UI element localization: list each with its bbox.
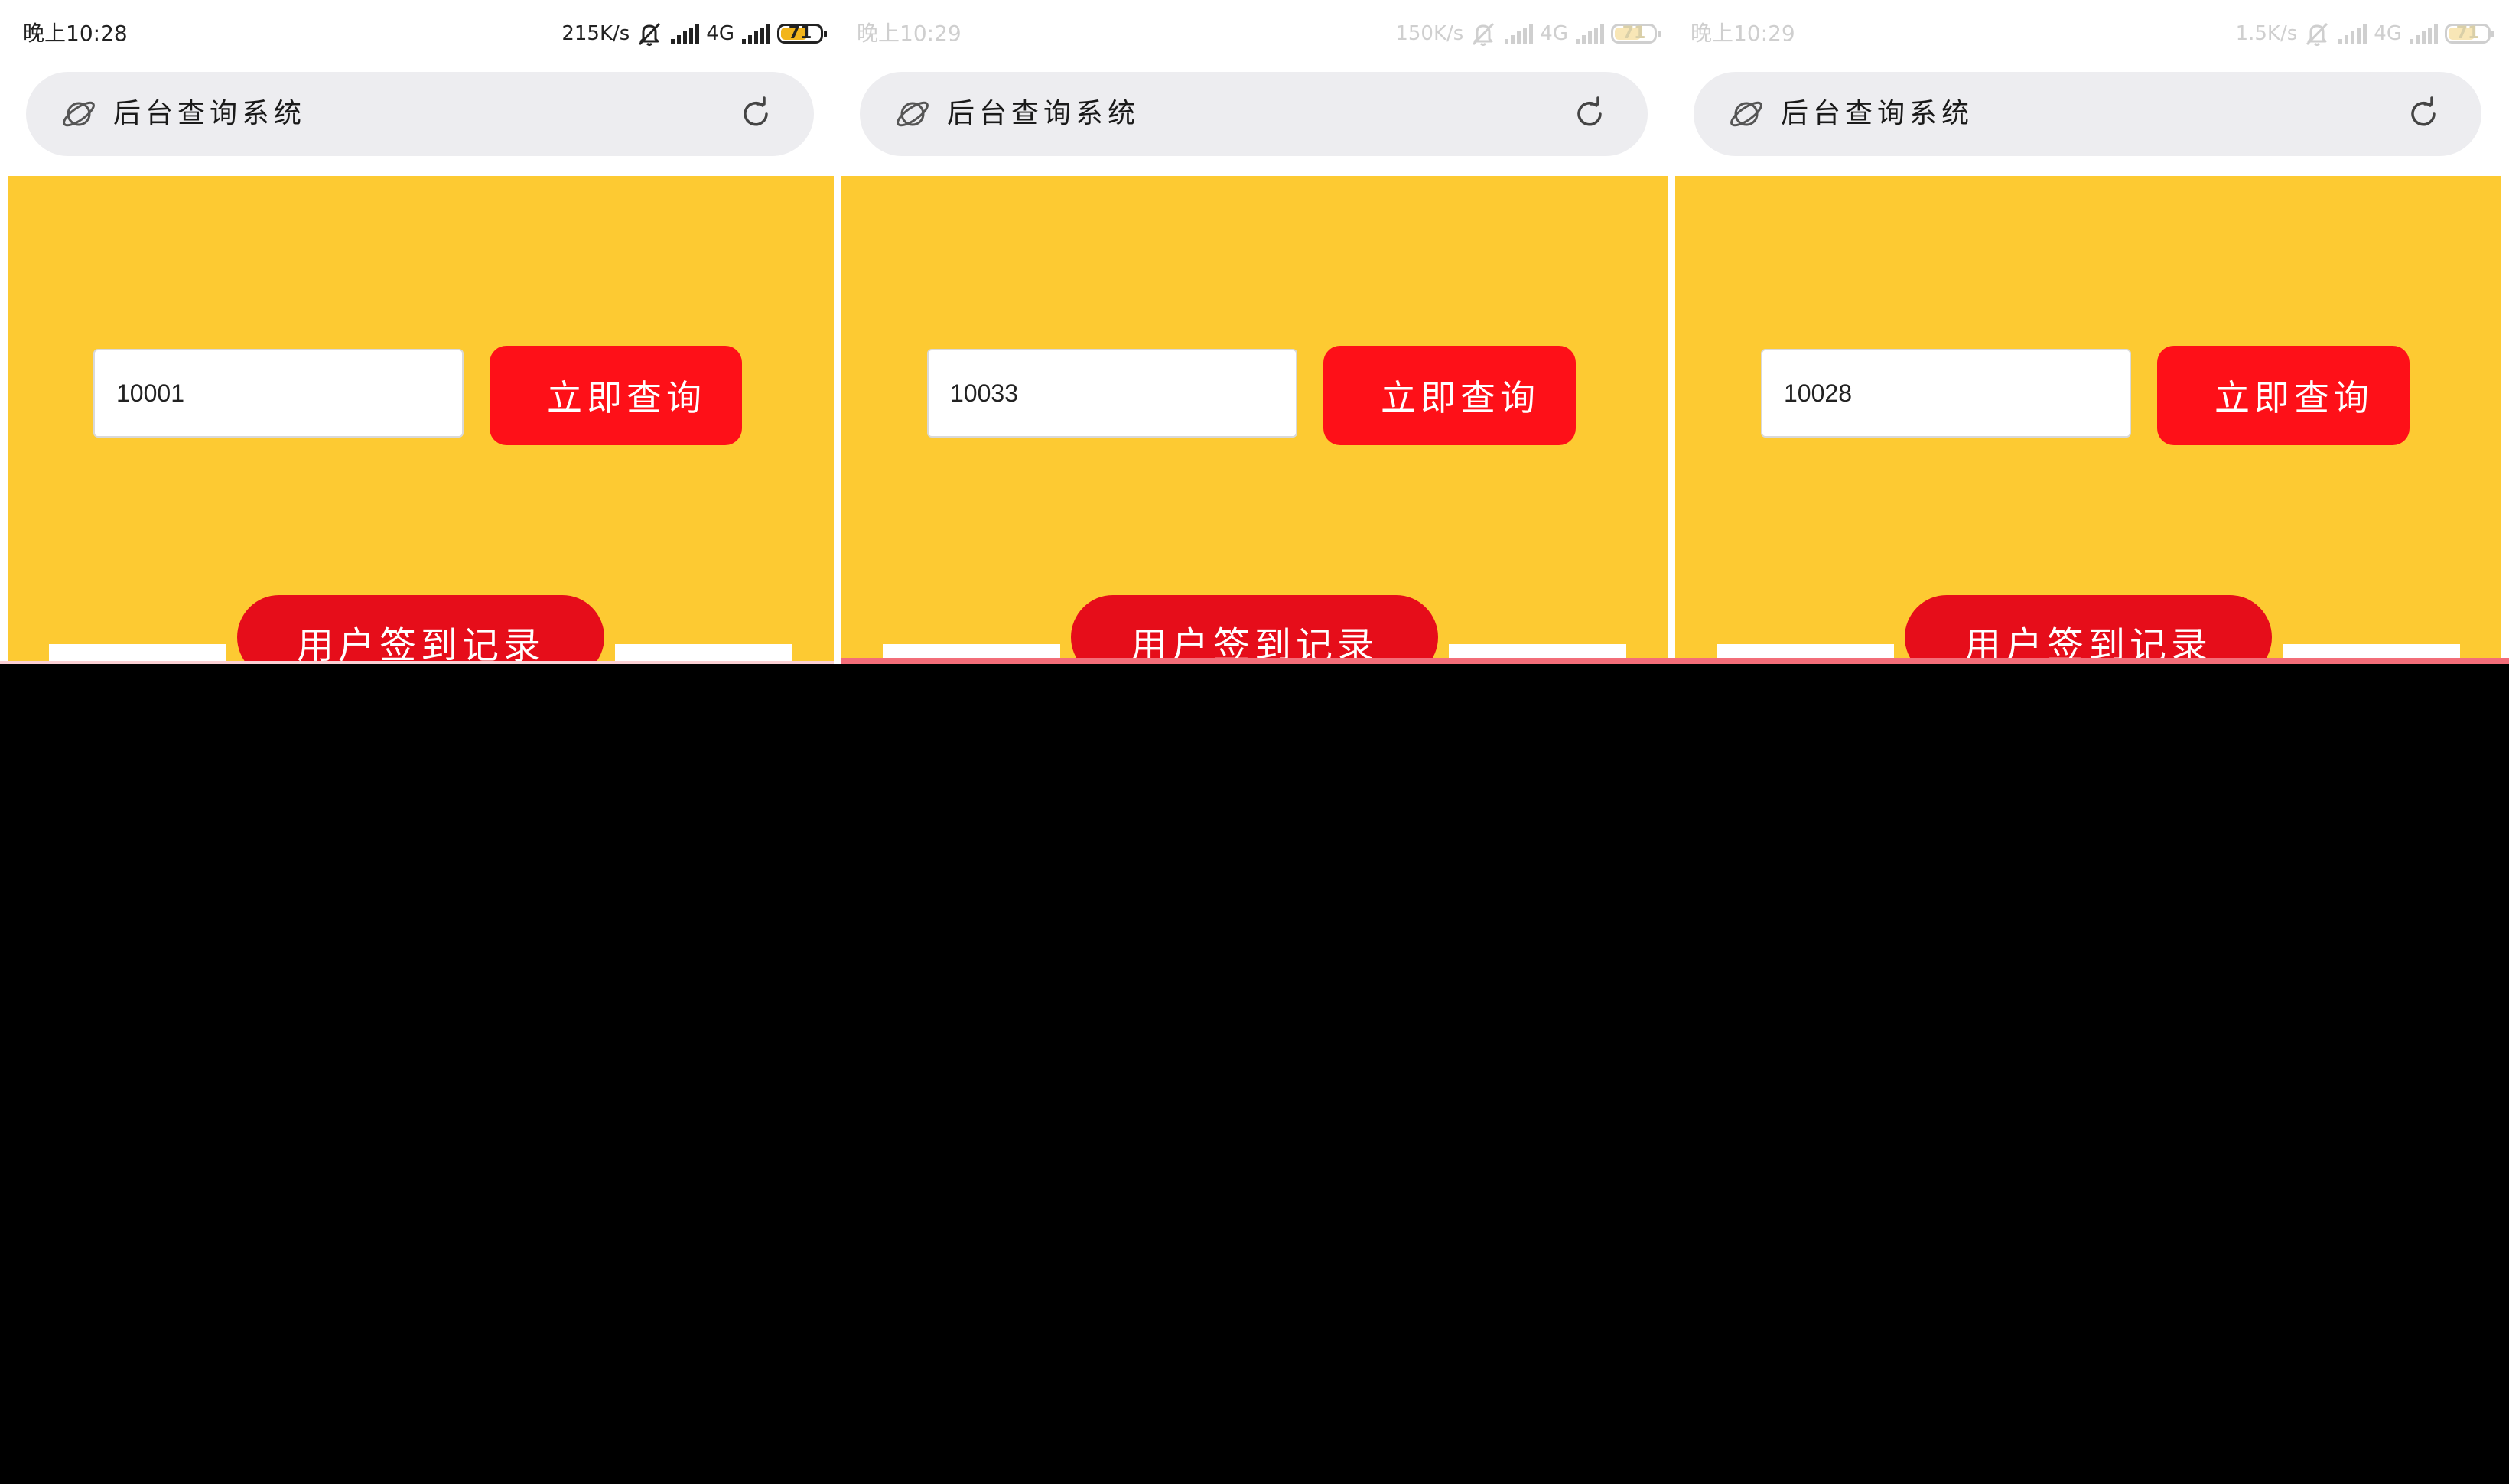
screenshot-root: 晚上10:28 215K/s 4G 71 后台查询系统 10001 立即查询 用… xyxy=(0,0,2509,1484)
battery-percent: 71 xyxy=(2455,24,2480,43)
page-title: 后台查询系统 xyxy=(1781,98,1974,129)
signal-bars-icon xyxy=(671,24,700,44)
signal-bars-icon xyxy=(2338,24,2367,44)
signin-records-button[interactable]: 用户签到记录 xyxy=(1905,595,2272,664)
signin-records-button[interactable]: 用户签到记录 xyxy=(237,595,604,664)
battery-indicator: 71 xyxy=(777,24,827,44)
reload-icon[interactable] xyxy=(2405,96,2442,132)
status-indicators: 150K/s 4G 71 xyxy=(1395,18,1661,49)
planet-icon xyxy=(897,101,929,127)
bell-off-icon xyxy=(639,22,661,46)
bottom-divider xyxy=(841,658,2509,664)
network-speed: 1.5K/s xyxy=(2235,22,2298,45)
status-bar: 晚上10:29 1.5K/s 4G 71 xyxy=(1668,0,2501,69)
signal-bars-icon xyxy=(1576,24,1604,44)
phone-screen-2: 晚上10:29 150K/s 4G 71 后台查询系统 10033 立即查询 用… xyxy=(834,0,1668,664)
address-bar[interactable]: 后台查询系统 xyxy=(26,72,814,156)
query-area: 立即查询 用户签到记录 xyxy=(8,176,834,664)
signin-records-button[interactable]: 用户签到记录 xyxy=(1071,595,1438,664)
battery-percent: 71 xyxy=(1622,24,1646,43)
battery-percent: 71 xyxy=(788,24,812,43)
page-title: 后台查询系统 xyxy=(113,98,307,129)
planet-icon xyxy=(1730,101,1762,127)
status-time: 晚上10:29 xyxy=(857,21,962,46)
phone-screen-3: 晚上10:29 1.5K/s 4G 71 后台查询系统 10028 立即查询 用… xyxy=(1668,0,2501,664)
query-now-button[interactable]: 立即查询 xyxy=(1323,346,1576,445)
signal-bars-icon xyxy=(742,24,770,44)
query-now-button[interactable]: 立即查询 xyxy=(2157,346,2410,445)
battery-indicator: 71 xyxy=(1611,24,1661,44)
address-bar[interactable]: 后台查询系统 xyxy=(860,72,1648,156)
address-bar[interactable]: 后台查询系统 xyxy=(1694,72,2481,156)
status-time: 晚上10:29 xyxy=(1691,21,1795,46)
status-bar: 晚上10:28 215K/s 4G 71 xyxy=(0,0,834,69)
query-area: 立即查询 用户签到记录 xyxy=(1675,176,2501,664)
user-id-input[interactable] xyxy=(93,349,464,438)
network-type: 4G xyxy=(706,22,734,45)
bell-off-icon xyxy=(1473,22,1495,46)
user-id-input[interactable] xyxy=(1761,349,2131,438)
reload-icon[interactable] xyxy=(1571,96,1608,132)
network-type: 4G xyxy=(1540,22,1568,45)
bottom-divider-left xyxy=(0,661,834,664)
query-area: 立即查询 用户签到记录 xyxy=(841,176,1668,664)
bell-off-icon xyxy=(2306,22,2328,46)
battery-indicator: 71 xyxy=(2445,24,2494,44)
query-now-button[interactable]: 立即查询 xyxy=(490,346,742,445)
three-phone-screens: 晚上10:28 215K/s 4G 71 后台查询系统 10001 立即查询 用… xyxy=(0,0,2509,664)
user-id-input[interactable] xyxy=(927,349,1297,438)
status-time: 晚上10:28 xyxy=(23,21,128,46)
status-indicators: 1.5K/s 4G 71 xyxy=(2235,18,2494,49)
phone-screen-1: 晚上10:28 215K/s 4G 71 后台查询系统 10001 立即查询 用… xyxy=(0,0,834,664)
signal-bars-icon xyxy=(1505,24,1534,44)
signal-bars-icon xyxy=(2410,24,2438,44)
network-speed: 215K/s xyxy=(561,22,630,45)
reload-icon[interactable] xyxy=(737,96,774,132)
status-bar: 晚上10:29 150K/s 4G 71 xyxy=(834,0,1668,69)
network-speed: 150K/s xyxy=(1395,22,1464,45)
page-title: 后台查询系统 xyxy=(947,98,1141,129)
planet-icon xyxy=(63,101,95,127)
network-type: 4G xyxy=(2374,22,2402,45)
status-indicators: 215K/s 4G 71 xyxy=(561,18,827,49)
